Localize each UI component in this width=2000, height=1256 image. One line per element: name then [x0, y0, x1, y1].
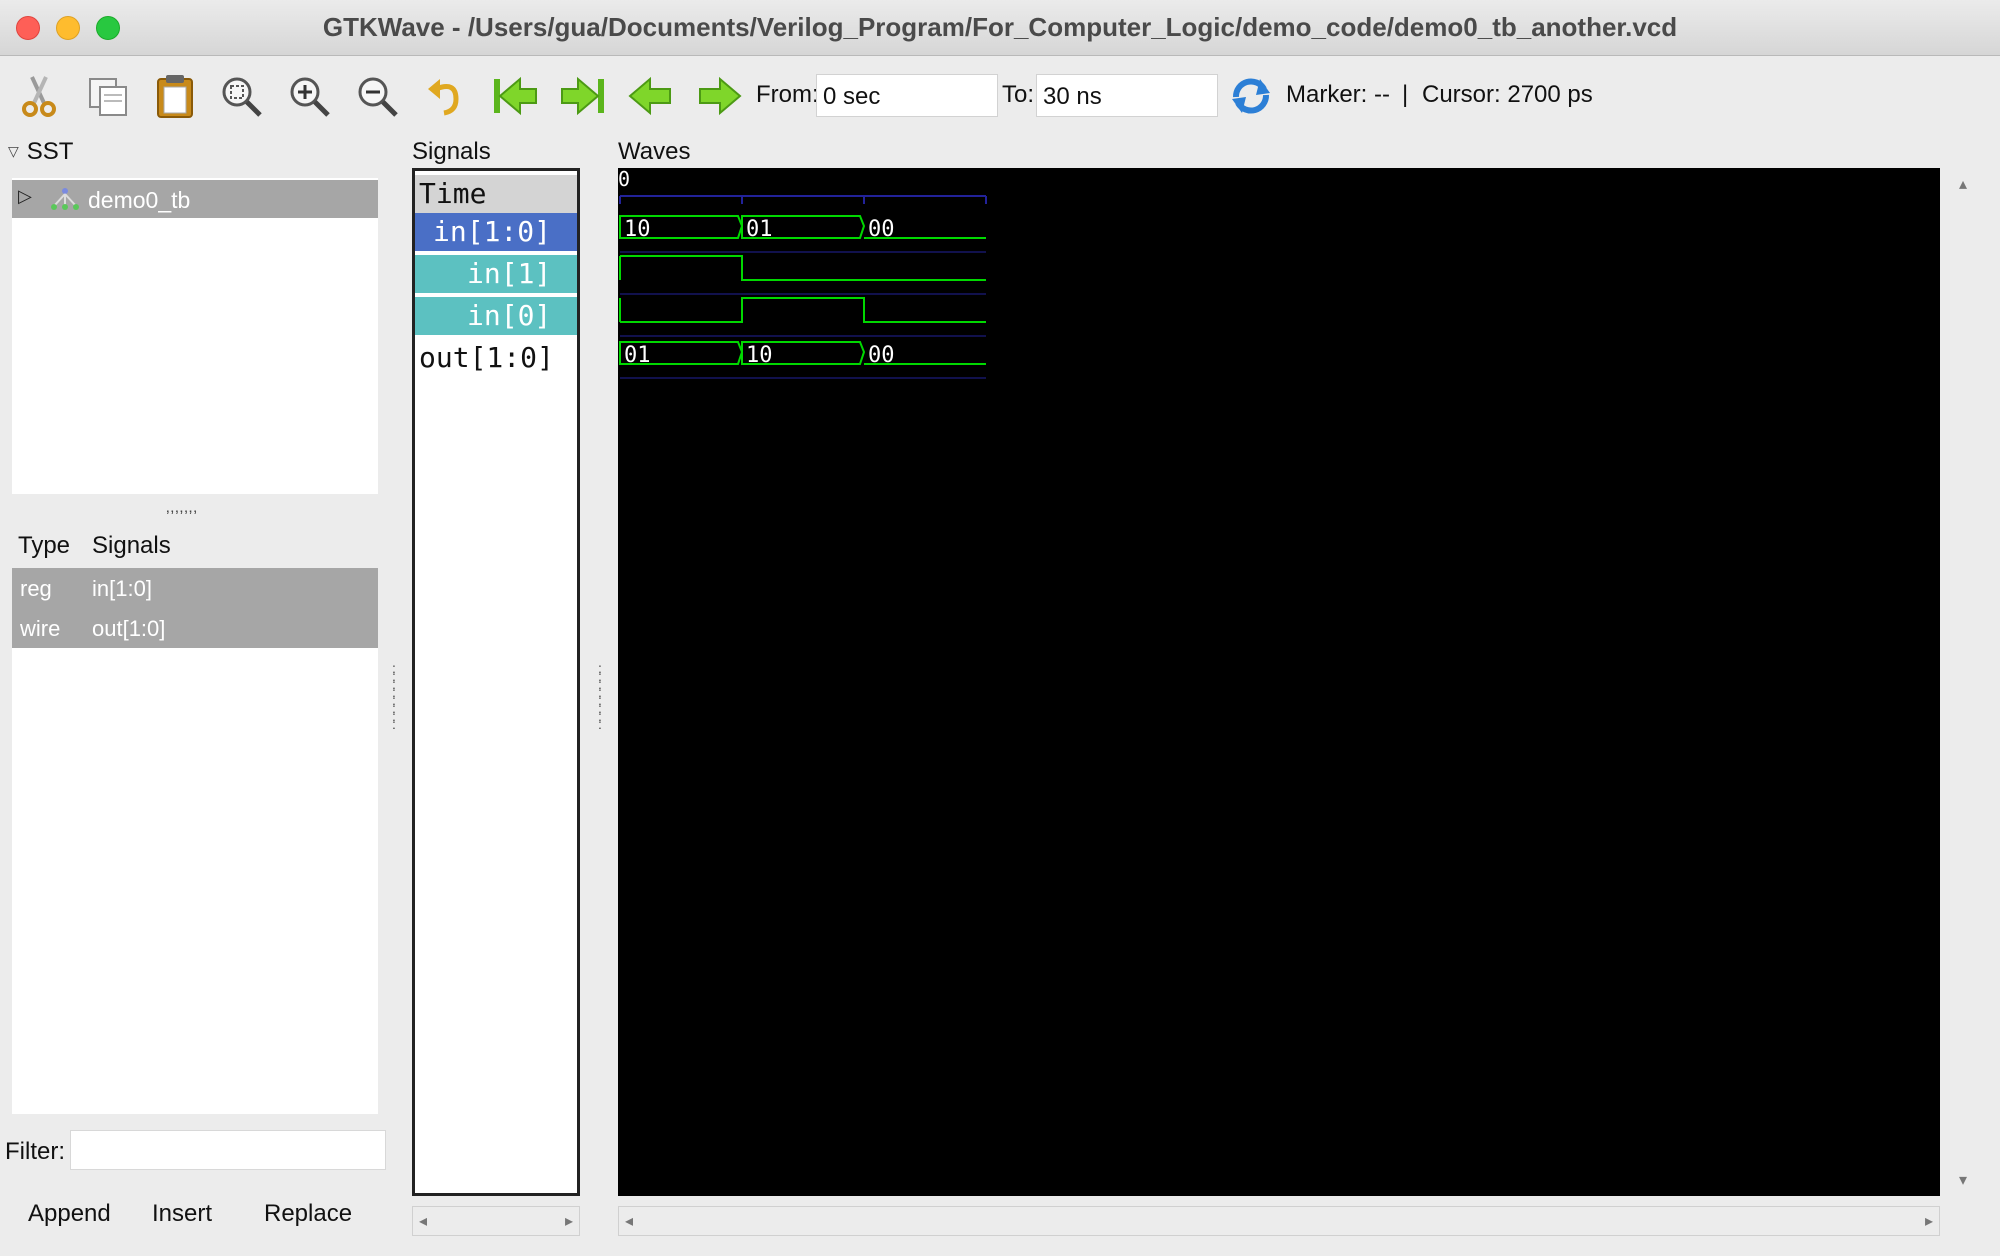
time-row[interactable]: Time	[415, 175, 577, 213]
signals-horizontal-scrollbar[interactable]: ◂ ▸	[412, 1206, 580, 1236]
disclosure-right-icon[interactable]: ▷	[18, 186, 32, 207]
waves-horizontal-scrollbar[interactable]: ◂ ▸	[618, 1206, 1940, 1236]
zoom-out-icon[interactable]	[352, 71, 402, 121]
toolbar-separator: |	[1402, 81, 1409, 108]
tree-item-demo0-tb[interactable]: ▷ demo0_tb	[12, 180, 378, 218]
waveform-plot[interactable]: 0 10 01 00 01 10 00	[618, 167, 1940, 1196]
title-bar: GTKWave - /Users/gua/Documents/Verilog_P…	[0, 0, 2000, 56]
jump-start-icon[interactable]	[490, 71, 540, 121]
list-item[interactable]: wire out[1:0]	[12, 608, 378, 648]
tree-item-label: demo0_tb	[88, 187, 191, 213]
signal-name: out[1:0]	[92, 616, 166, 641]
horizontal-pane-grip[interactable]: ‚‚‚‚‚‚‚	[166, 500, 198, 516]
signal-row-in-bus[interactable]: in[1:0]	[415, 213, 577, 251]
sst-header-label: SST	[26, 138, 74, 165]
bus-value-label: 10	[624, 217, 651, 242]
copy-icon[interactable]	[84, 71, 134, 121]
scroll-left-icon[interactable]: ◂	[625, 1211, 633, 1231]
bus-value-label: 01	[746, 217, 773, 242]
prev-edge-icon[interactable]	[626, 71, 676, 121]
append-button[interactable]: Append	[28, 1200, 111, 1228]
disclosure-down-icon[interactable]: ▽	[8, 143, 19, 159]
undo-icon[interactable]	[422, 71, 472, 121]
list-item[interactable]: reg in[1:0]	[12, 568, 378, 608]
signals-pane-header: Signals	[412, 138, 491, 165]
signal-row-in-1[interactable]: in[1]	[415, 255, 577, 293]
to-time-input[interactable]: 30 ns	[1036, 74, 1218, 117]
to-label: To:	[1002, 81, 1035, 108]
reload-icon[interactable]	[1226, 71, 1276, 121]
bus-value-label: 00	[868, 217, 895, 242]
waves-pane-header: Waves	[618, 138, 691, 165]
waves-vertical-scrollbar[interactable]: ▴ ▾	[1952, 168, 1982, 1196]
filter-label: Filter:	[5, 1138, 65, 1165]
scroll-right-icon[interactable]: ▸	[1925, 1211, 1933, 1231]
signal-row-out-bus[interactable]: out[1:0]	[415, 339, 577, 377]
signals-column-header[interactable]: Signals	[92, 532, 171, 560]
paste-icon[interactable]	[150, 71, 200, 121]
zoom-fit-icon[interactable]	[216, 71, 266, 121]
sst-header[interactable]: ▽ SST	[8, 138, 73, 166]
scroll-up-icon[interactable]: ▴	[1959, 174, 1967, 194]
signal-name: in[1:0]	[92, 576, 152, 601]
vertical-pane-grip[interactable]: ::::::::	[598, 661, 602, 731]
window-title: GTKWave - /Users/gua/Documents/Verilog_P…	[322, 12, 1678, 42]
jump-end-icon[interactable]	[558, 71, 608, 121]
replace-button[interactable]: Replace	[264, 1200, 352, 1228]
bus-value-label: 10	[746, 343, 773, 368]
module-hierarchy-icon	[48, 186, 82, 217]
scroll-right-icon[interactable]: ▸	[565, 1211, 573, 1231]
vertical-pane-grip[interactable]: ::::::::	[392, 661, 396, 731]
next-edge-icon[interactable]	[694, 71, 744, 121]
signal-row-in-0[interactable]: in[0]	[415, 297, 577, 335]
cursor-readout: Cursor: 2700 ps	[1422, 81, 1593, 108]
toolbar: From: 0 sec To: 30 ns Marker: -- | Curso…	[0, 57, 2000, 133]
time-origin-label: 0	[618, 168, 630, 191]
filter-input[interactable]	[70, 1130, 386, 1170]
type-column-header[interactable]: Type	[18, 532, 70, 560]
scroll-left-icon[interactable]: ◂	[419, 1211, 427, 1231]
signal-type: wire	[20, 616, 61, 641]
sst-tree[interactable]: ▷ demo0_tb	[12, 178, 378, 494]
scroll-down-icon[interactable]: ▾	[1959, 1170, 1967, 1190]
insert-button[interactable]: Insert	[152, 1200, 212, 1228]
bit-waveform	[620, 297, 986, 323]
waveform-canvas[interactable]: 0 10 01 00 01 10 00	[618, 167, 1940, 1196]
from-label: From:	[756, 81, 819, 108]
signals-list[interactable]: Time in[1:0] in[1] in[0] out[1:0]	[412, 168, 580, 1196]
bus-value-label: 01	[624, 343, 651, 368]
signal-type: reg	[20, 576, 52, 601]
signal-type-list[interactable]: reg in[1:0] wire out[1:0]	[12, 568, 378, 1114]
bit-waveform	[620, 255, 986, 281]
bus-value-label: 00	[868, 343, 895, 368]
marker-readout: Marker: --	[1286, 81, 1390, 108]
zoom-in-icon[interactable]	[284, 71, 334, 121]
cut-icon[interactable]	[14, 71, 64, 121]
from-time-input[interactable]: 0 sec	[816, 74, 998, 117]
